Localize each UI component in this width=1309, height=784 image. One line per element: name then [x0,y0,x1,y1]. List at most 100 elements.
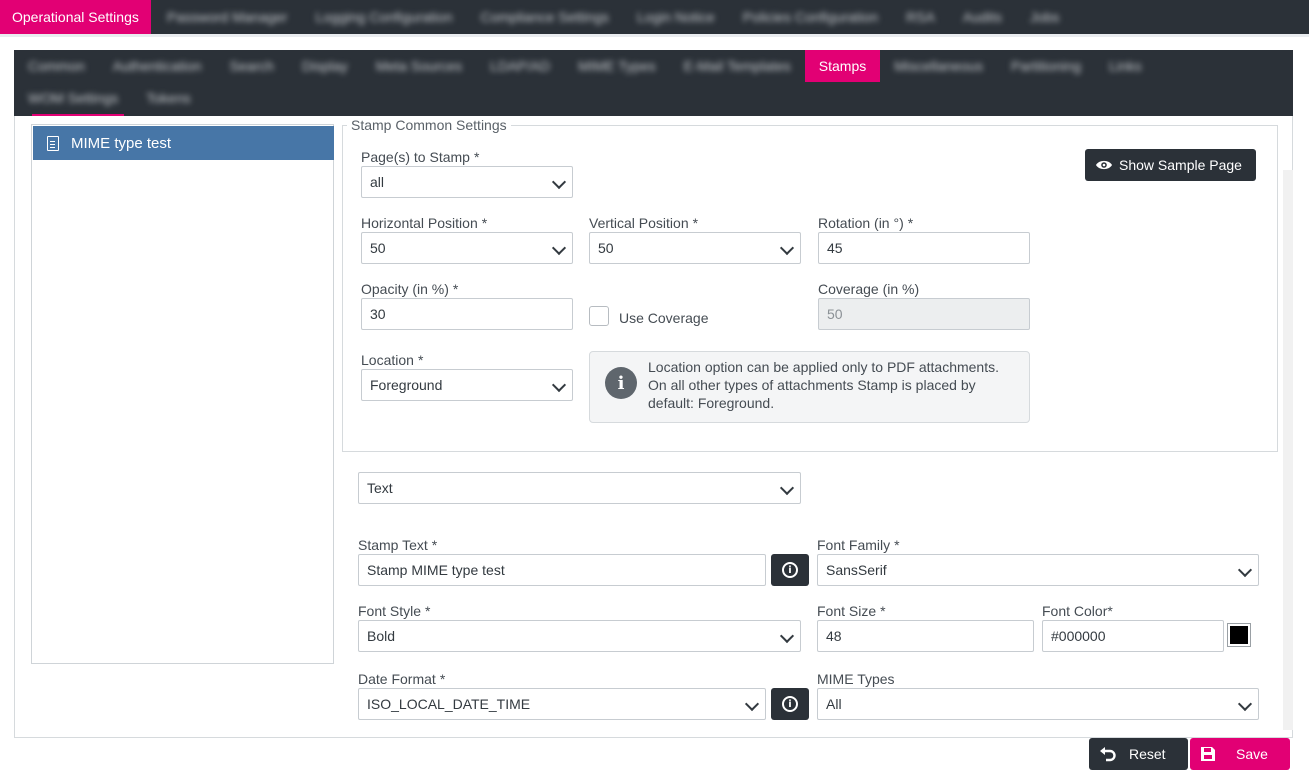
use-coverage-checkbox[interactable] [589,306,609,326]
pages-select[interactable]: all [361,166,573,198]
vertical-position-label: Vertical Position * [589,215,699,231]
tab-label: Partitioning [1010,58,1081,74]
tab-label: Policies Configuration [742,9,879,25]
use-coverage-label: Use Coverage [619,310,709,326]
tab-label: LDAP/AD [490,58,551,74]
document-icon [47,135,59,151]
subtab-email-templates[interactable]: E-Mail Templates [670,50,805,82]
date-format-select[interactable]: ISO_LOCAL_DATE_TIME [358,688,766,720]
info-icon: i [782,696,798,712]
tab-label: Operational Settings [12,9,139,25]
coverage-label: Coverage (in %) [818,281,920,297]
subtab-wom-settings[interactable]: WOM Settings [14,82,132,114]
font-color-label: Font Color* [1042,603,1113,619]
fieldset-legend: Stamp Common Settings [347,117,511,133]
sub-tab-row: WOM Settings Tokens [14,82,205,114]
subtab-links[interactable]: Links [1095,50,1156,82]
tab-label: Authentication [112,58,202,74]
main-tab-bar: Operational Settings Password Manager Lo… [0,0,1309,34]
list-item[interactable]: MIME type test [33,126,334,160]
list-tab-underline [32,114,124,116]
tab-label: Logging Configuration [315,9,453,25]
date-format-label: Date Format * [358,671,446,687]
chevron-down-icon [1237,562,1253,578]
tab-rsa[interactable]: RSA [892,0,949,34]
tab-label: Audits [962,9,1002,25]
pages-label: Page(s) to Stamp * [361,149,480,165]
scrollbar[interactable] [1283,170,1293,730]
subtab-common[interactable]: Common [14,50,99,82]
date-format-info-button[interactable]: i [771,688,809,720]
tab-label: E-Mail Templates [683,58,791,74]
tab-compliance-settings[interactable]: Compliance Settings [466,0,622,34]
rotation-label: Rotation (in °) * [818,215,914,231]
floppy-disk-icon [1201,747,1215,761]
tab-audits[interactable]: Audits [949,0,1016,34]
tab-label: Tokens [146,90,191,106]
location-info-text: Location option can be applied only to P… [648,359,999,411]
tab-jobs[interactable]: Jobs [1016,0,1074,34]
stamp-text-label: Stamp Text * [358,537,438,553]
tab-bar-divider [0,34,1309,37]
list-item-label: MIME type test [71,134,172,152]
tab-label: MIME Types [578,58,656,74]
font-size-label: Font Size * [817,603,886,619]
tab-login-notice[interactable]: Login Notice [623,0,729,34]
tab-operational-settings[interactable]: Operational Settings [0,0,151,34]
font-color-input[interactable]: #000000 [1042,620,1224,652]
chevron-down-icon [744,696,760,712]
font-family-label: Font Family * [817,537,900,553]
tab-label: Common [28,58,85,74]
horizontal-position-select[interactable]: 50 [361,232,573,264]
color-swatch [1230,626,1248,644]
tab-password-manager[interactable]: Password Manager [151,0,302,34]
subtab-authentication[interactable]: Authentication [99,50,216,82]
tab-label: Search [229,58,274,74]
tab-label: Stamps [818,58,867,74]
subtab-ldap[interactable]: LDAP/AD [476,50,564,82]
button-label: Save [1236,746,1268,762]
location-select[interactable]: Foreground [361,369,573,401]
sub-tab-row: Common Authentication Search Display Met… [14,50,1156,82]
subtab-tokens[interactable]: Tokens [132,82,204,114]
subtab-search[interactable]: Search [216,50,288,82]
subtab-miscellaneous[interactable]: Miscellaneous [880,50,997,82]
subtab-meta-sources[interactable]: Meta Sources [362,50,476,82]
chevron-down-icon [551,240,567,256]
font-style-select[interactable]: Bold [358,620,801,652]
subtab-display[interactable]: Display [288,50,362,82]
tab-logging-configuration[interactable]: Logging Configuration [301,0,466,34]
font-size-input[interactable]: 48 [817,620,1034,652]
vertical-position-select[interactable]: 50 [589,232,801,264]
font-color-picker[interactable] [1227,623,1251,647]
tab-label: Jobs [1029,9,1060,25]
show-sample-page-button[interactable]: Show Sample Page [1085,149,1256,181]
subtab-stamps[interactable]: Stamps [804,50,881,82]
tab-label: Login Notice [636,9,715,25]
stamp-text-info-button[interactable]: i [771,554,809,586]
mime-types-select[interactable]: All [817,688,1259,720]
coverage-input: 50 [818,298,1030,330]
tab-label: RSA [906,9,935,25]
eye-icon [1096,160,1112,170]
undo-icon [1100,747,1116,762]
subtab-partitioning[interactable]: Partitioning [997,50,1095,82]
subtab-mime-types[interactable]: MIME Types [564,50,670,82]
chevron-down-icon [779,628,795,644]
info-icon: i [782,562,798,578]
save-button[interactable]: Save [1190,738,1290,770]
tab-policies-configuration[interactable]: Policies Configuration [729,0,892,34]
stamp-list: MIME type test [31,124,334,664]
tab-label: Miscellaneous [894,58,983,74]
stamp-text-input[interactable]: Stamp MIME type test [358,554,766,586]
button-label: Show Sample Page [1119,157,1242,173]
tab-label: WOM Settings [28,90,119,106]
reset-button[interactable]: Reset [1089,738,1188,770]
rotation-input[interactable]: 45 [818,232,1030,264]
chevron-down-icon [779,240,795,256]
stamp-type-select[interactable]: Text [358,472,801,504]
font-style-label: Font Style * [358,603,431,619]
opacity-input[interactable]: 30 [361,298,573,330]
font-family-select[interactable]: SansSerif [817,554,1259,586]
list-tab-underline [124,114,290,116]
